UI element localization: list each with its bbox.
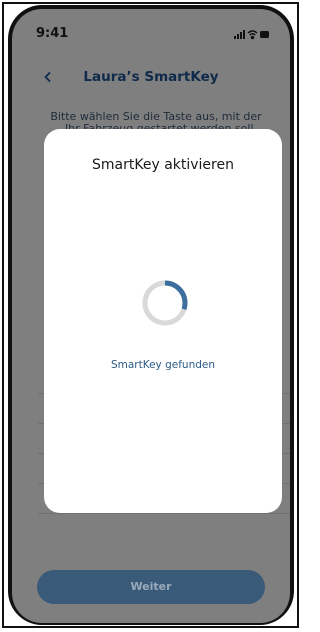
app-screen: 9:41 Laura’s SmartKey Bitte wählen Sie d… [12, 9, 290, 623]
nav-bar: Laura’s SmartKey [12, 63, 290, 93]
list-divider [38, 513, 290, 514]
status-time: 9:41 [36, 26, 69, 41]
continue-button[interactable]: Weiter [37, 570, 265, 604]
dialog-title: SmartKey aktivieren [92, 157, 234, 173]
wifi-icon [247, 30, 258, 40]
loading-spinner-icon [142, 280, 188, 326]
battery-icon [260, 31, 269, 38]
activation-dialog: SmartKey aktivieren SmartKey gefunden [44, 129, 282, 513]
page-title: Laura’s SmartKey [83, 69, 219, 85]
status-icons [234, 28, 270, 40]
dialog-status-text: SmartKey gefunden [110, 359, 216, 371]
signal-icon [234, 30, 245, 39]
status-bar: 9:41 [12, 9, 290, 53]
